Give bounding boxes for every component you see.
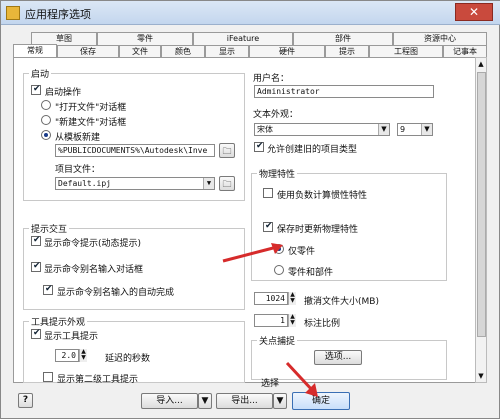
from-template-radio[interactable] [41, 130, 51, 140]
font-size-value: 9 [400, 125, 406, 134]
tab-general[interactable]: 常规 [13, 44, 57, 58]
show-second-level-checkbox[interactable] [43, 372, 53, 382]
export-button[interactable]: 导出... [216, 393, 273, 409]
update-on-save-checkbox[interactable] [263, 221, 273, 232]
chevron-down-icon: ▼ [201, 396, 209, 406]
allow-legacy-types-label: 允许创建旧的项目类型 [267, 145, 358, 155]
folder-icon: 🗀 [222, 180, 232, 190]
tab-assembly[interactable]: 部件 [293, 32, 393, 45]
font-value: 宋体 [257, 125, 273, 134]
show-command-prompt-checkbox[interactable] [31, 235, 41, 246]
show-tooltips-checkbox[interactable] [31, 328, 41, 339]
chevron-down-icon: ▼ [203, 178, 214, 189]
show-alias-input-label: 显示命令别名输入对话框 [44, 265, 144, 275]
physical-properties-legend: 物理特性 [257, 167, 298, 180]
show-command-prompt-label: 显示命令提示(动态提示) [44, 239, 142, 249]
text-appearance-label: 文本外观： [253, 110, 299, 120]
window-title: 应用程序选项 [25, 8, 91, 21]
update-on-save-label: 保存时更新物理特性 [277, 225, 359, 235]
chevron-down-icon: ▼ [421, 124, 432, 135]
browse-template-button[interactable]: 🗀 [219, 143, 235, 158]
parts-and-assemblies-radio[interactable] [274, 265, 284, 275]
project-file-select[interactable]: Default.ipj ▼ [55, 177, 215, 190]
tooltip-delay-input[interactable]: 2.0 [55, 349, 79, 362]
new-file-label: "新建文件"对话框 [55, 118, 127, 128]
user-name-input[interactable]: Administrator [254, 85, 434, 98]
open-file-label: "打开文件"对话框 [55, 103, 127, 113]
show-alias-autocomplete-label: 显示命令别名输入的自动完成 [57, 288, 175, 298]
parts-only-label: 仅零件 [288, 247, 316, 257]
use-density-label: 使用负数计算惯性特性 [277, 191, 368, 201]
undo-size-label: 撤消文件大小(MB) [304, 297, 379, 307]
import-dropdown-button[interactable]: ▼ [198, 393, 212, 409]
vertical-scrollbar[interactable]: ▲ ▼ [475, 57, 487, 383]
tab-ifeature[interactable]: iFeature [193, 32, 293, 45]
annotation-arrow-icon [285, 361, 318, 397]
annotation-arrow-icon [222, 243, 283, 263]
show-second-level-label: 显示第二级工具提示 [57, 375, 139, 385]
title-bar: 应用程序选项 ✕ [1, 1, 500, 25]
chevron-down-icon: ▼ [378, 124, 389, 135]
annotation-scale-spinner[interactable]: ▲ ▼ [288, 314, 296, 327]
tab-content-center[interactable]: 资源中心 [393, 32, 487, 45]
parts-and-assemblies-label: 零件和部件 [288, 268, 334, 278]
undo-size-input[interactable]: 1024 [254, 292, 288, 305]
prompt-interaction-legend: 提示交互 [29, 222, 70, 235]
tooltip-legend: 工具提示外观 [29, 315, 88, 328]
new-file-radio[interactable] [41, 115, 51, 125]
user-name-label: 用户名： [253, 74, 290, 84]
import-button[interactable]: 导入... [141, 393, 198, 409]
font-size-select[interactable]: 9 ▼ [397, 123, 433, 136]
help-button[interactable]: ? [18, 393, 33, 408]
application-options-dialog: 应用程序选项 ✕ 草图 零件 iFeature 部件 资源中心 常规 保存 文件… [0, 0, 500, 419]
show-tooltips-label: 显示工具提示 [44, 332, 99, 342]
scroll-thumb[interactable] [477, 72, 486, 337]
annotation-scale-label: 标注比例 [304, 319, 341, 329]
font-select[interactable]: 宋体 ▼ [254, 123, 390, 136]
startup-legend: 启动 [29, 67, 52, 80]
from-template-label: 从模板新建 [55, 133, 101, 143]
open-file-radio[interactable] [41, 100, 51, 110]
undo-size-spinner[interactable]: ▲ ▼ [288, 292, 296, 305]
scroll-up-icon[interactable]: ▲ [476, 58, 486, 70]
delay-spinner[interactable]: ▲ ▼ [79, 349, 87, 362]
use-density-checkbox[interactable] [263, 188, 273, 198]
snap-legend: 关点捕捉 [257, 334, 298, 347]
project-file-label: 项目文件： [55, 165, 101, 175]
browse-project-button[interactable]: 🗀 [219, 176, 235, 191]
selection-legend: 选择 [261, 379, 280, 389]
folder-icon: 🗀 [222, 147, 232, 157]
show-alias-input-checkbox[interactable] [31, 261, 41, 272]
project-file-value: Default.ipj [58, 179, 111, 188]
startup-action-checkbox[interactable] [31, 84, 41, 95]
template-path-input[interactable]: %PUBLICDOCUMENTS%\Autodesk\Inve [55, 144, 215, 157]
app-icon [6, 6, 20, 20]
close-button[interactable]: ✕ [455, 3, 493, 21]
delay-label: 延迟的秒数 [105, 354, 151, 364]
allow-legacy-types-checkbox[interactable] [254, 141, 264, 152]
tab-part[interactable]: 零件 [97, 32, 193, 45]
scroll-down-icon[interactable]: ▼ [476, 370, 486, 382]
startup-action-label: 启动操作 [45, 88, 82, 98]
annotation-scale-input[interactable]: 1 [254, 314, 288, 327]
show-alias-autocomplete-checkbox[interactable] [43, 284, 53, 295]
